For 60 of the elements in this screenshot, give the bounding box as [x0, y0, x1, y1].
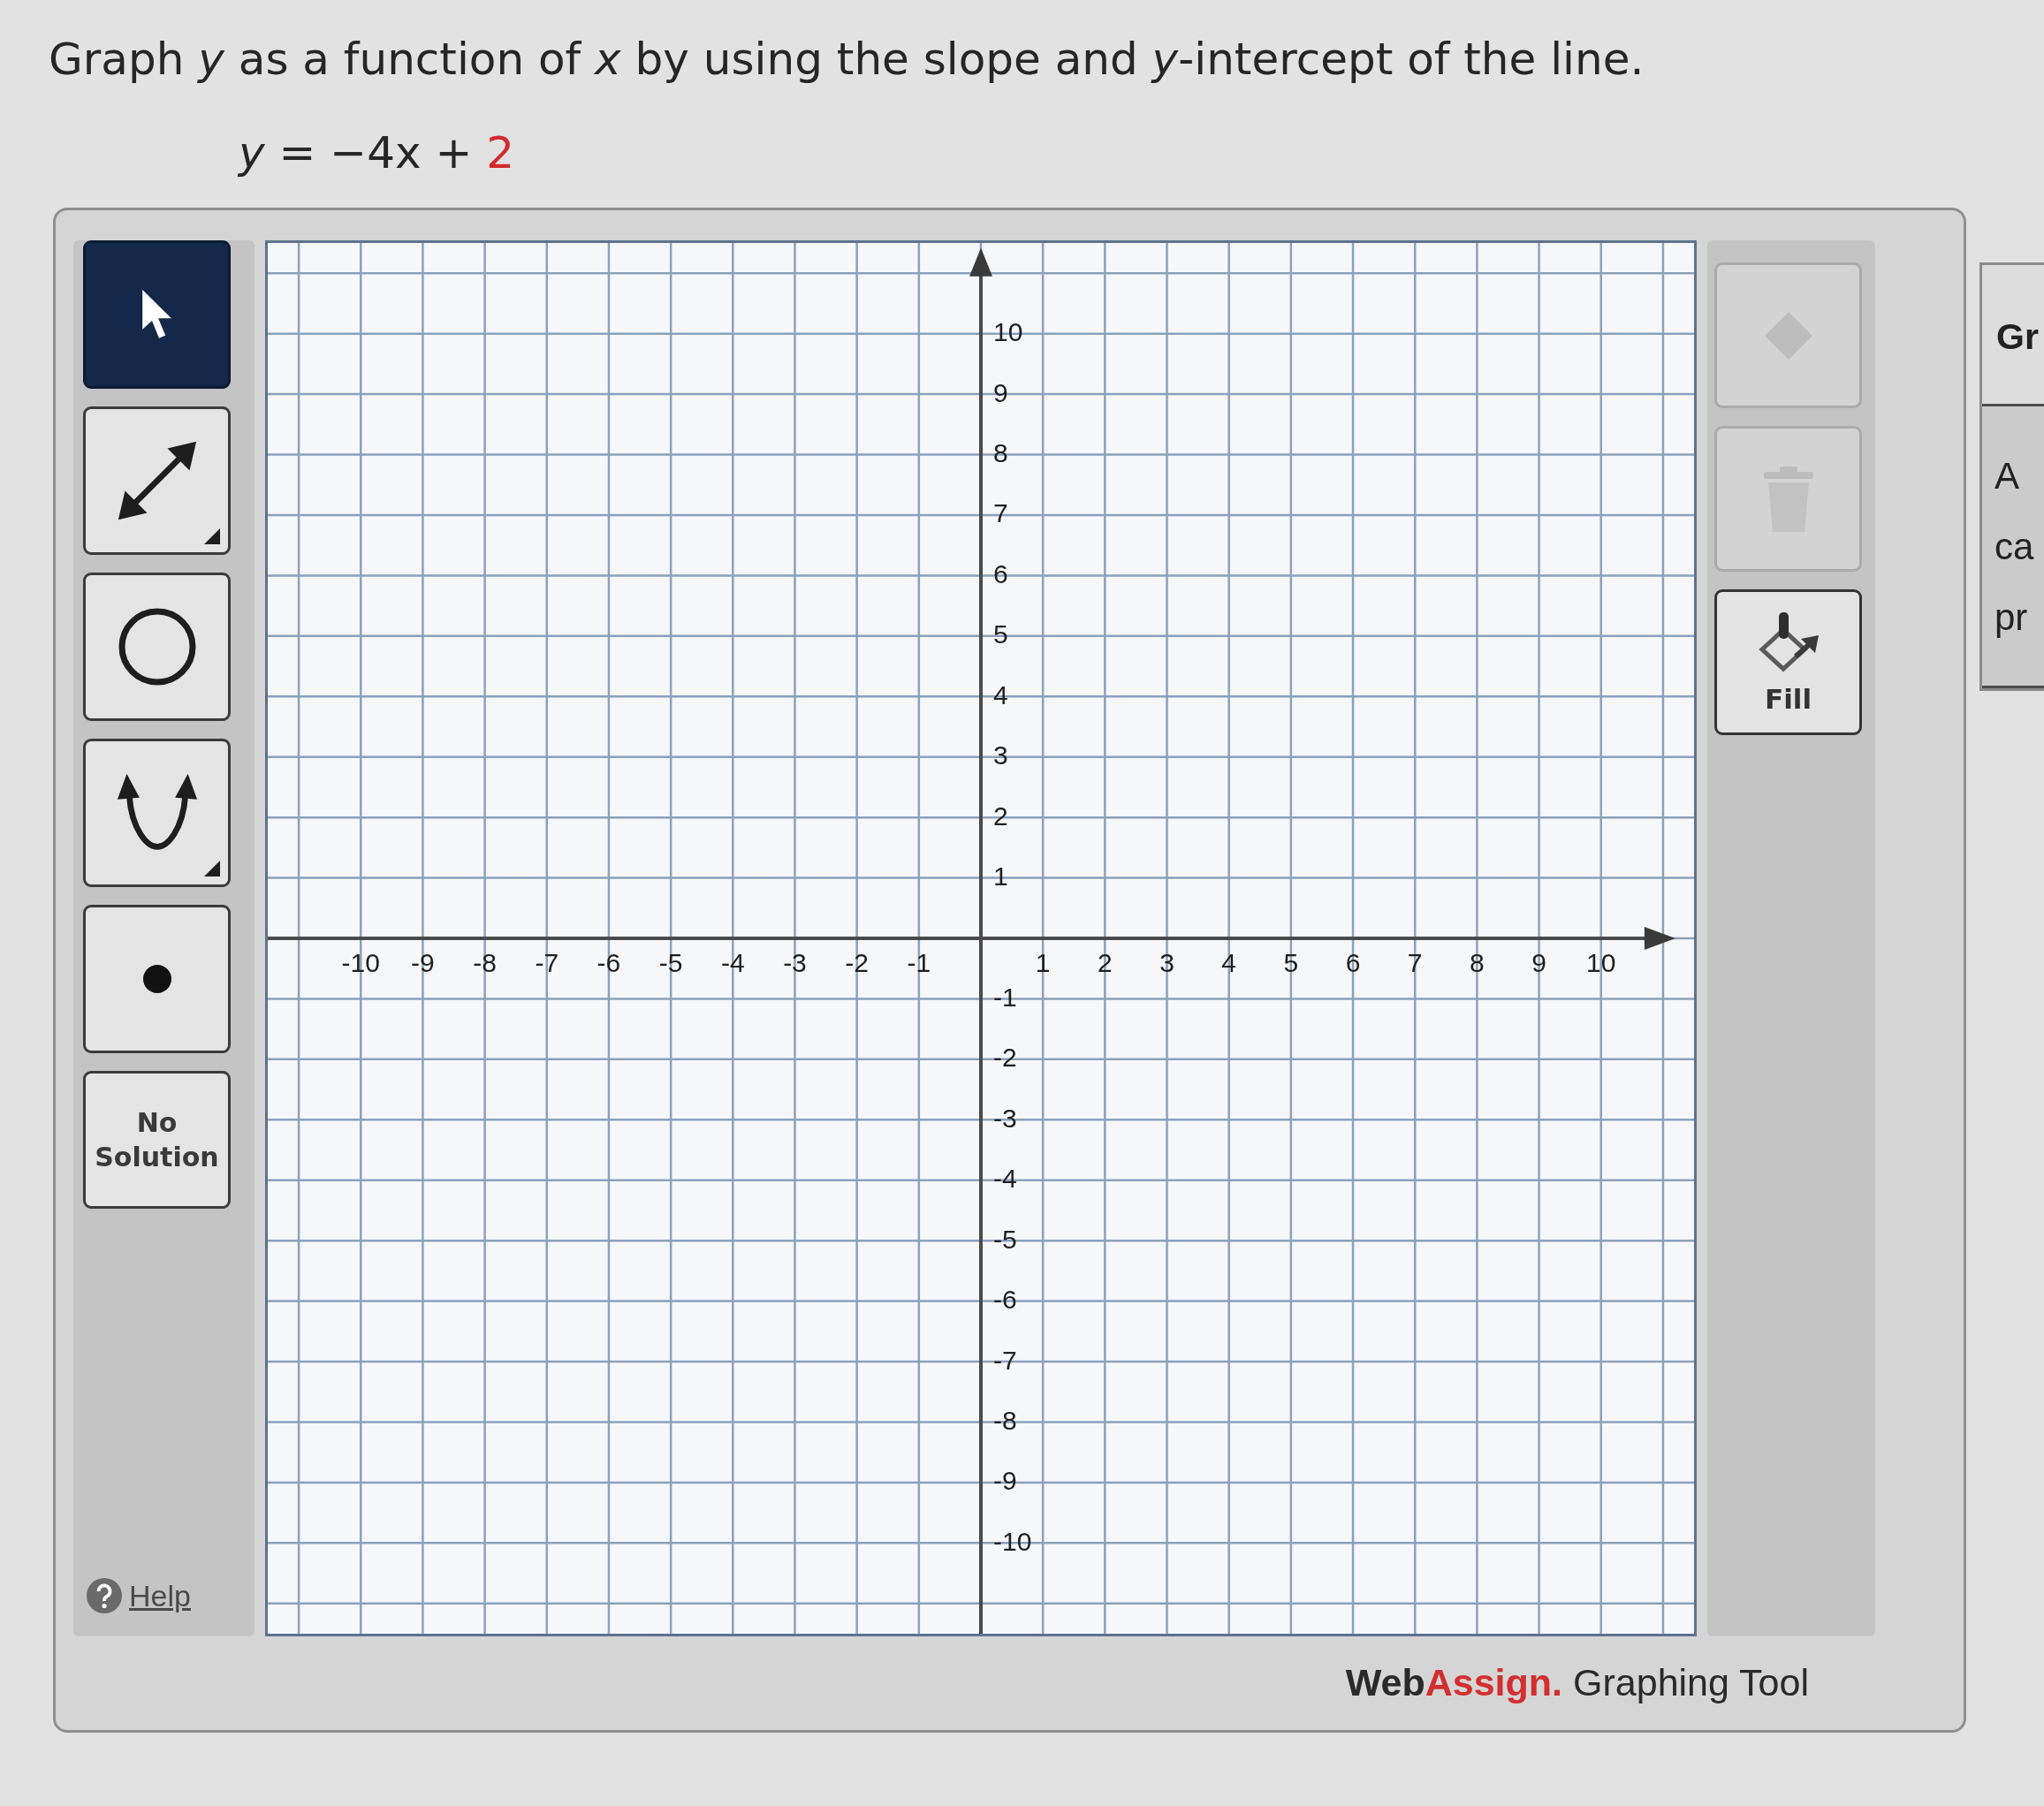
- help-icon: [87, 1578, 122, 1613]
- point-icon: [141, 964, 172, 994]
- axis-label: 2: [993, 801, 1008, 831]
- circle-icon: [117, 607, 197, 687]
- axis-label: -6: [993, 1285, 1017, 1315]
- trash-icon: [1763, 466, 1813, 532]
- tool-button[interactable]: [83, 739, 231, 887]
- axis-label: -1: [993, 982, 1017, 1012]
- axis-label: 6: [1345, 948, 1361, 977]
- axis-label: -9: [411, 948, 435, 977]
- graph-area[interactable]: -10 -9 -8 -7 -6 -5 -4 -3 -2 -1 1 2 3 4 5 6 7 8 9 10 10 9 8 7 6 5 4 3 2 1 -1 -2 -3 -4 -5 -6 -7 -8 -9 -10: [265, 240, 1697, 1636]
- axis-label: 4: [993, 679, 1008, 710]
- side-panel-text: ca: [1995, 528, 2034, 565]
- axis-label: 1: [993, 861, 1008, 892]
- axis-label: -8: [473, 948, 497, 977]
- axis-label: 7: [993, 498, 1008, 528]
- axis-label: -3: [783, 948, 807, 977]
- webassign-logo: WebAssign.: [1345, 1661, 1563, 1704]
- axis-label: -9: [993, 1466, 1017, 1496]
- side-panel-text: A: [1995, 458, 2019, 495]
- axis-label: 2: [1098, 948, 1113, 977]
- axis-label: 3: [993, 740, 1008, 770]
- axis-label: -5: [993, 1224, 1017, 1254]
- side-panel-text: pr: [1995, 599, 2028, 636]
- tool-button[interactable]: [83, 905, 231, 1053]
- axis-label: -7: [535, 948, 559, 977]
- axis-label: -7: [993, 1345, 1017, 1375]
- axis-label: 7: [1407, 948, 1423, 977]
- axis-label: 9: [993, 377, 1008, 407]
- tool-button[interactable]: [83, 573, 231, 721]
- axis-label: 3: [1159, 948, 1174, 977]
- axis-label: -5: [658, 948, 683, 977]
- axis-label: -10: [993, 1526, 1032, 1556]
- axis-label: 10: [1586, 948, 1616, 977]
- axis-label: -8: [993, 1406, 1017, 1435]
- axis-label: 5: [993, 619, 1008, 649]
- equation: y = −4x + 2: [239, 127, 515, 178]
- fill-button[interactable]: Fill: [1714, 589, 1862, 735]
- axis-label: 5: [1283, 948, 1299, 977]
- axis-label: -2: [845, 948, 869, 977]
- axis-label: -4: [993, 1164, 1017, 1194]
- axis-label: -3: [993, 1103, 1017, 1133]
- no-solution-button[interactable]: No Solution: [83, 1071, 231, 1209]
- axis-label: -4: [720, 948, 745, 977]
- axis-label: -1: [907, 948, 931, 977]
- axis-label: 6: [993, 558, 1008, 588]
- tool-button[interactable]: [83, 240, 231, 389]
- axis-label: 4: [1221, 948, 1237, 977]
- axis-label: 9: [1531, 948, 1546, 977]
- tool-button[interactable]: [83, 406, 231, 555]
- graphing-tool-caption: Graphing Tool: [1573, 1661, 1809, 1704]
- axis-label: 8: [993, 438, 1008, 467]
- axis-label: -6: [596, 948, 621, 977]
- axis-label: 8: [1470, 948, 1485, 977]
- question-prompt: Graph y as a function of x by using the slope and y-intercept of the line.: [49, 34, 1645, 85]
- axis-label: 10: [993, 317, 1023, 347]
- help-link[interactable]: Help: [87, 1578, 191, 1613]
- axis-label: -2: [993, 1043, 1017, 1073]
- axis-label: 1: [1035, 948, 1051, 977]
- axis-label: -10: [341, 948, 380, 977]
